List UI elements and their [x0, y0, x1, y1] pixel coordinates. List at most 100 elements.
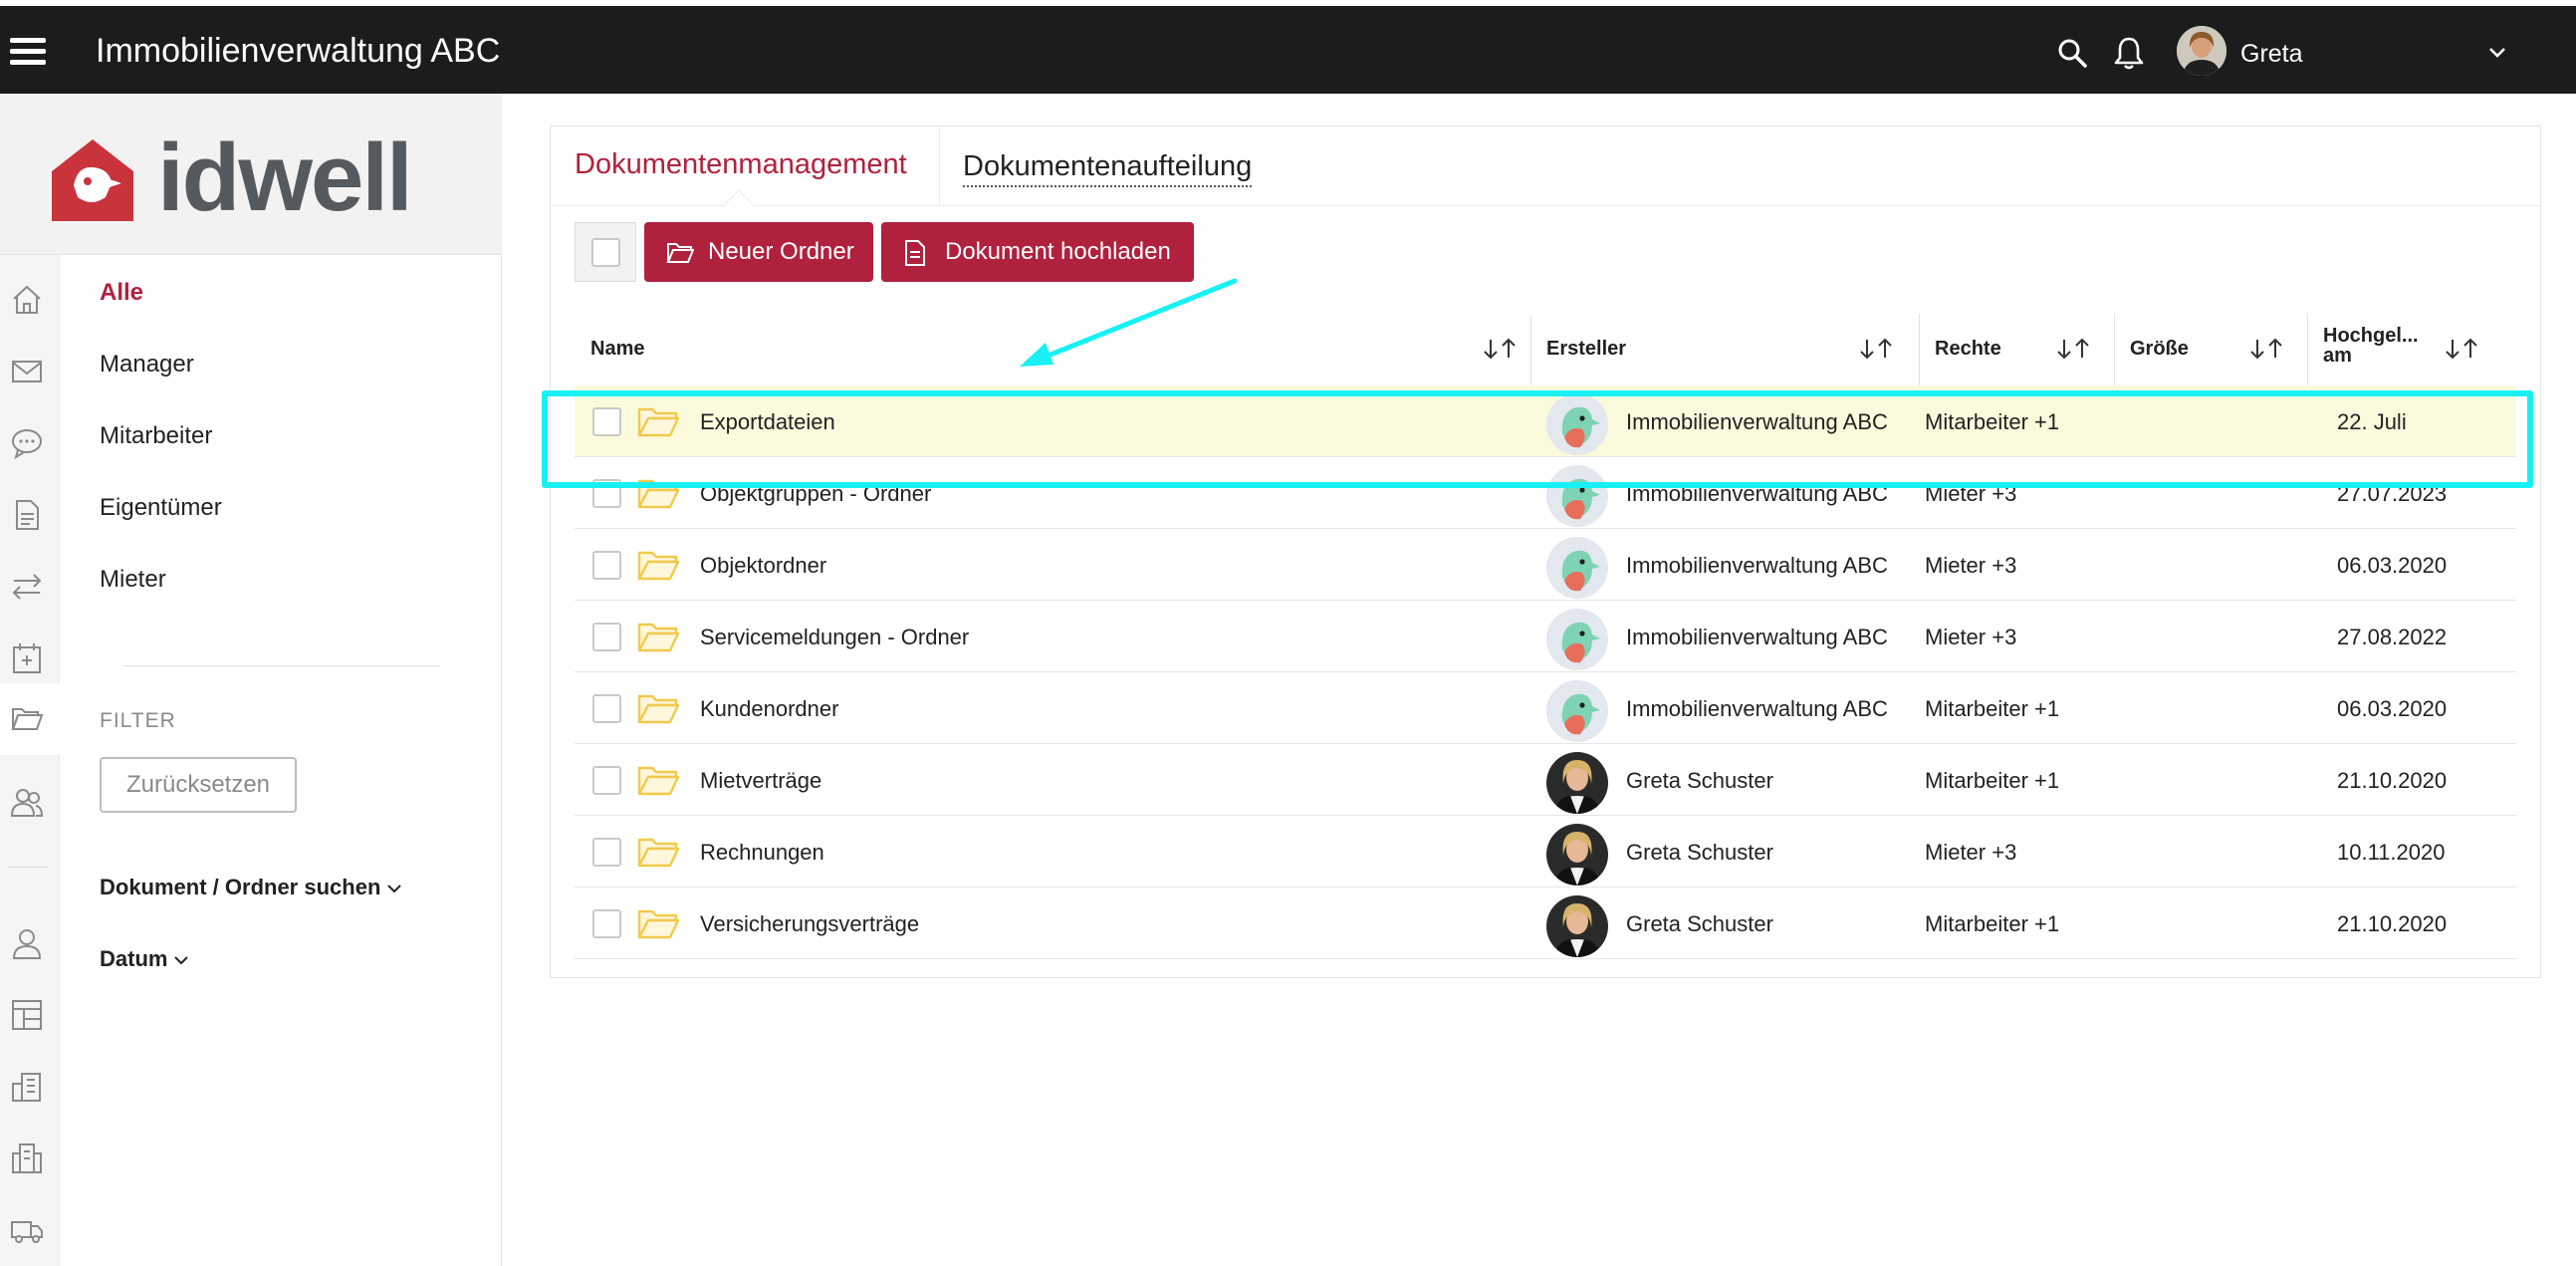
row-name[interactable]: Objektordner: [700, 553, 826, 579]
row-checkbox[interactable]: [592, 479, 621, 508]
sort-icon[interactable]: [2247, 336, 2287, 362]
column-creator[interactable]: Ersteller: [1530, 314, 1919, 385]
new-folder-button[interactable]: Neuer Ordner: [644, 222, 873, 282]
creator-avatar: [1546, 393, 1608, 455]
new-folder-label: Neuer Ordner: [708, 238, 854, 265]
row-checkbox[interactable]: [592, 766, 621, 795]
folder-icon: [636, 762, 680, 803]
row-rights[interactable]: Mitarbeiter +1: [1925, 911, 2059, 937]
top-bar: Immobilienverwaltung ABC Greta: [0, 0, 2576, 94]
row-name[interactable]: Versicherungsverträge: [700, 911, 919, 937]
nav-item-mieter[interactable]: Mieter: [100, 566, 166, 594]
mail-icon[interactable]: [10, 355, 44, 388]
transfer-icon[interactable]: [10, 570, 44, 604]
reset-button[interactable]: Zurücksetzen: [100, 757, 297, 813]
table-row[interactable]: Objektgruppen - Ordner Immobilienverwalt…: [575, 457, 2516, 529]
row-rights[interactable]: Mieter +3: [1925, 840, 2016, 866]
row-rights[interactable]: Mitarbeiter +1: [1925, 409, 2059, 435]
row-date: 21.10.2020: [2337, 911, 2448, 936]
user-avatar[interactable]: [2177, 26, 2226, 76]
sort-icon[interactable]: [1481, 336, 1521, 362]
chevron-down-icon: [387, 885, 402, 893]
filter-label: FILTER: [100, 709, 176, 732]
nav-item-eigentuemer[interactable]: Eigentümer: [100, 494, 222, 522]
row-rights[interactable]: Mieter +3: [1925, 481, 2016, 507]
column-rights[interactable]: Rechte: [1919, 314, 2114, 385]
nav-item-alle[interactable]: Alle: [100, 279, 143, 307]
chevron-down-icon[interactable]: [2487, 46, 2507, 65]
creator-avatar: [1546, 824, 1608, 886]
building-icon[interactable]: [10, 1070, 44, 1104]
calendar-icon[interactable]: [10, 641, 44, 675]
row-name[interactable]: Kundenordner: [700, 696, 838, 722]
row-creator: Greta Schuster: [1626, 911, 1773, 936]
tab-dokumentenmanagement[interactable]: Dokumentenmanagement: [575, 148, 907, 181]
user-name[interactable]: Greta: [2240, 40, 2303, 69]
document-icon: [905, 240, 925, 266]
app-title: Immobilienverwaltung ABC: [96, 32, 501, 70]
row-checkbox[interactable]: [592, 694, 621, 723]
column-uploaded[interactable]: Hochgel... am: [2307, 314, 2516, 385]
search-section-toggle[interactable]: Dokument / Ordner suchen: [100, 875, 402, 900]
date-section-label: Datum: [100, 946, 168, 971]
sort-icon[interactable]: [2443, 336, 2482, 362]
users-icon[interactable]: [10, 785, 44, 819]
row-name[interactable]: Objektgruppen - Ordner: [700, 481, 931, 507]
row-checkbox[interactable]: [592, 551, 621, 580]
sort-icon[interactable]: [2054, 336, 2094, 362]
folder-icon: [636, 475, 680, 516]
select-all-checkbox[interactable]: [575, 222, 636, 282]
hamburger-icon[interactable]: [10, 38, 46, 66]
icon-strip: [0, 255, 60, 1266]
row-checkbox[interactable]: [592, 407, 621, 436]
person-icon[interactable]: [10, 926, 44, 960]
column-size-label: Größe: [2130, 338, 2189, 360]
table-row[interactable]: Objektordner Immobilienverwaltung ABC Mi…: [575, 529, 2516, 601]
row-creator: Greta Schuster: [1626, 840, 1773, 865]
table-row[interactable]: Rechnungen Greta Schuster Mieter +3 10.1…: [575, 816, 2516, 887]
nav-item-mitarbeiter[interactable]: Mitarbeiter: [100, 422, 212, 450]
idwell-logo-icon: [48, 135, 137, 230]
folder-icon: [636, 905, 680, 946]
folder-icon[interactable]: [0, 683, 60, 755]
row-date: 27.08.2022: [2337, 625, 2448, 649]
row-checkbox[interactable]: [592, 909, 621, 938]
row-name[interactable]: Exportdateien: [700, 409, 835, 435]
folder-icon: [636, 619, 680, 659]
row-rights[interactable]: Mieter +3: [1925, 553, 2016, 579]
table-row[interactable]: Versicherungsverträge Greta Schuster Mit…: [575, 887, 2516, 959]
row-date: 06.03.2020: [2337, 696, 2448, 721]
date-section-toggle[interactable]: Datum: [100, 946, 189, 972]
table-row[interactable]: Servicemeldungen - Ordner Immobilienverw…: [575, 601, 2516, 672]
column-rights-label: Rechte: [1935, 338, 2001, 360]
creator-avatar: [1546, 609, 1608, 670]
row-date: 10.11.2020: [2337, 840, 2446, 865]
buildings-icon[interactable]: [10, 1141, 44, 1175]
row-name[interactable]: Rechnungen: [700, 840, 824, 866]
search-icon[interactable]: [2057, 38, 2087, 73]
row-name[interactable]: Servicemeldungen - Ordner: [700, 625, 969, 650]
truck-icon[interactable]: [10, 1213, 44, 1247]
home-icon[interactable]: [10, 283, 44, 317]
row-name[interactable]: Mietverträge: [700, 768, 821, 794]
table-row[interactable]: Kundenordner Immobilienverwaltung ABC Mi…: [575, 672, 2516, 744]
tab-dokumentenaufteilung[interactable]: Dokumentenaufteilung: [963, 150, 1253, 187]
table-row[interactable]: Mietverträge Greta Schuster Mitarbeiter …: [575, 744, 2516, 816]
row-rights[interactable]: Mieter +3: [1925, 625, 2016, 650]
nav-item-manager[interactable]: Manager: [100, 351, 194, 379]
row-rights[interactable]: Mitarbeiter +1: [1925, 696, 2059, 722]
table-row[interactable]: Exportdateien Immobilienverwaltung ABC M…: [575, 385, 2516, 457]
bell-icon[interactable]: [2113, 36, 2145, 75]
row-checkbox[interactable]: [592, 623, 621, 651]
floorplan-icon[interactable]: [10, 998, 44, 1032]
chat-icon[interactable]: [10, 426, 44, 460]
search-section-label: Dokument / Ordner suchen: [100, 875, 381, 899]
sort-icon[interactable]: [1857, 336, 1897, 362]
row-rights[interactable]: Mitarbeiter +1: [1925, 768, 2059, 794]
column-size[interactable]: Größe: [2114, 314, 2307, 385]
row-creator: Immobilienverwaltung ABC: [1626, 481, 1888, 506]
row-checkbox[interactable]: [592, 838, 621, 867]
document-icon[interactable]: [10, 498, 44, 532]
upload-document-label: Dokument hochladen: [945, 238, 1171, 265]
row-date: 21.10.2020: [2337, 768, 2448, 793]
